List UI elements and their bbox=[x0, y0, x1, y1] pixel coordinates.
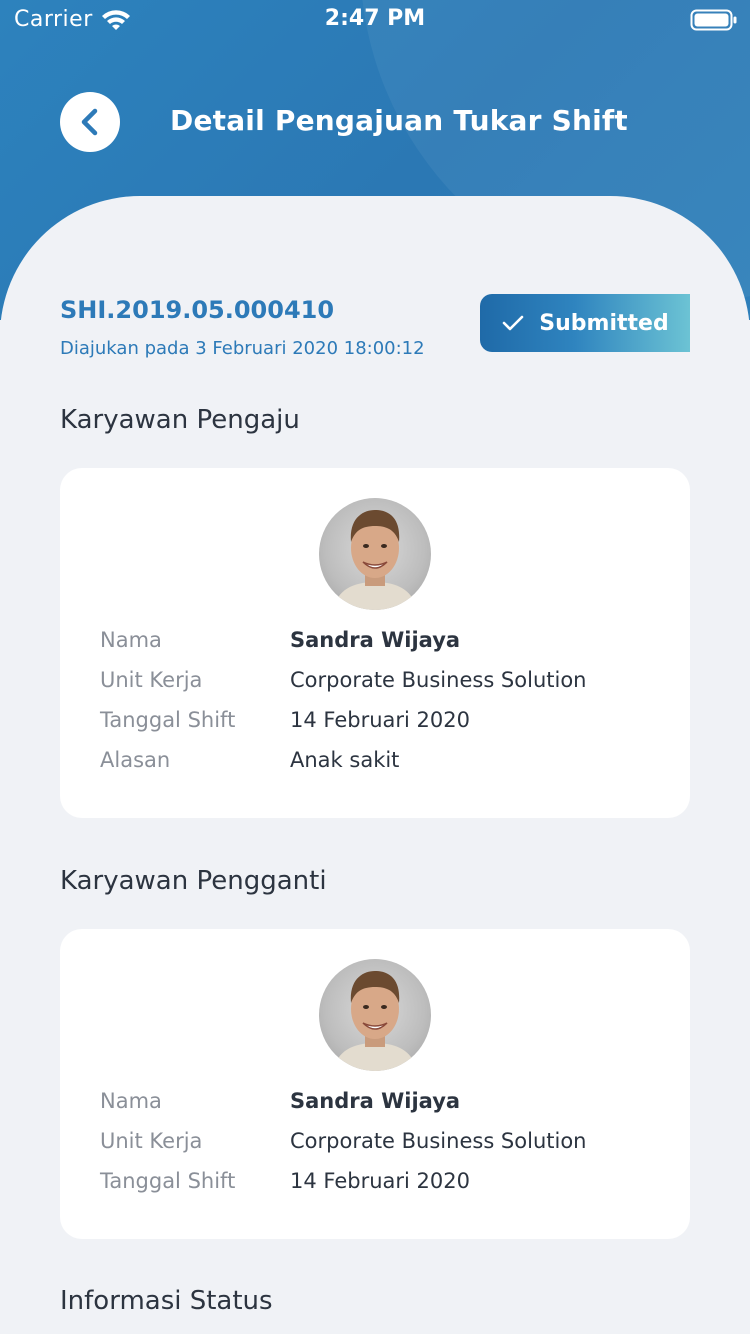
info-value: Corporate Business Solution bbox=[290, 668, 587, 692]
info-label: Unit Kerja bbox=[100, 1129, 203, 1153]
info-row-unit: Unit Kerja Corporate Business Solution bbox=[100, 668, 660, 698]
info-row-name: Nama Sandra Wijaya bbox=[100, 1089, 660, 1119]
info-label: Nama bbox=[100, 1089, 162, 1113]
section-title-requester: Karyawan Pengaju bbox=[60, 405, 300, 435]
status-bar: Carrier 2:47 PM bbox=[0, 0, 750, 40]
info-value: 14 Februari 2020 bbox=[290, 708, 470, 732]
chevron-left-icon bbox=[81, 108, 98, 136]
info-row-unit: Unit Kerja Corporate Business Solution bbox=[100, 1129, 660, 1159]
info-label: Unit Kerja bbox=[100, 668, 203, 692]
info-value: 14 Februari 2020 bbox=[290, 1169, 470, 1193]
section-title-replacement: Karyawan Pengganti bbox=[60, 866, 327, 896]
info-label: Alasan bbox=[100, 748, 171, 772]
check-icon bbox=[502, 315, 524, 331]
info-label: Tanggal Shift bbox=[100, 708, 236, 732]
info-row-shift-date: Tanggal Shift 14 Februari 2020 bbox=[100, 1169, 660, 1199]
info-row-shift-date: Tanggal Shift 14 Februari 2020 bbox=[100, 708, 660, 738]
info-value: Corporate Business Solution bbox=[290, 1129, 587, 1153]
replacement-card: Nama Sandra Wijaya Unit Kerja Corporate … bbox=[60, 929, 690, 1239]
info-value: Sandra Wijaya bbox=[290, 1089, 461, 1113]
section-title-status-info: Informasi Status bbox=[60, 1286, 273, 1316]
back-button[interactable] bbox=[60, 92, 120, 152]
info-row-reason: Alasan Anak sakit bbox=[100, 748, 660, 778]
status-label: Submitted bbox=[539, 310, 669, 336]
status-badge: Submitted bbox=[480, 294, 690, 352]
page-title: Detail Pengajuan Tukar Shift bbox=[170, 104, 628, 137]
battery-icon bbox=[690, 9, 737, 31]
info-value: Sandra Wijaya bbox=[290, 628, 461, 652]
submitted-timestamp: Diajukan pada 3 Februari 2020 18:00:12 bbox=[60, 338, 425, 359]
requester-card: Nama Sandra Wijaya Unit Kerja Corporate … bbox=[60, 468, 690, 818]
info-label: Nama bbox=[100, 628, 162, 652]
request-id: SHI.2019.05.000410 bbox=[60, 296, 335, 324]
status-time: 2:47 PM bbox=[324, 6, 426, 31]
avatar bbox=[319, 498, 431, 610]
info-row-name: Nama Sandra Wijaya bbox=[100, 628, 660, 658]
info-value: Anak sakit bbox=[290, 748, 400, 772]
content-panel: SHI.2019.05.000410 Diajukan pada 3 Febru… bbox=[0, 196, 750, 1334]
avatar bbox=[319, 959, 431, 1071]
info-label: Tanggal Shift bbox=[100, 1169, 236, 1193]
